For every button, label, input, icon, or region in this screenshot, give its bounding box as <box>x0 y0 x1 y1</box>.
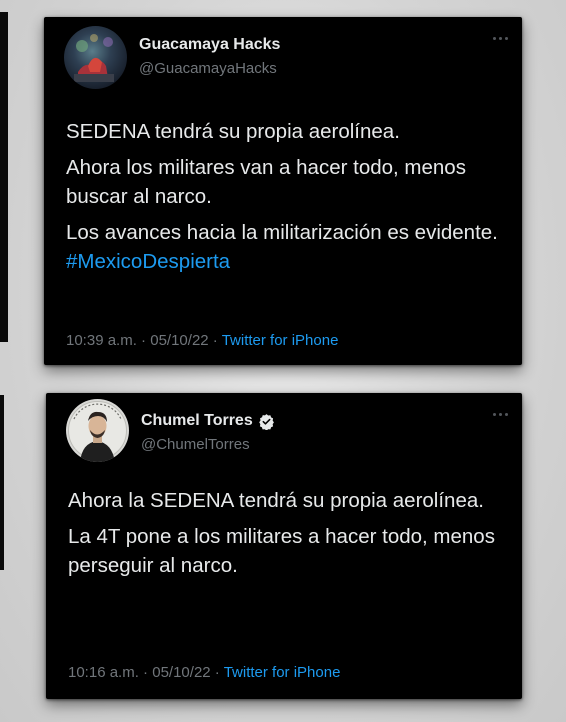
tweet-paragraph: Los avances hacia la militarización es e… <box>66 218 504 276</box>
meta-separator: · <box>138 664 153 681</box>
tweet-source-link[interactable]: Twitter for iPhone <box>224 664 341 681</box>
more-horizontal-icon[interactable] <box>493 37 508 40</box>
tweet-text: Ahora la SEDENA tendrá su propia aerolín… <box>68 486 504 587</box>
partial-card-edge <box>0 395 4 570</box>
tweet-paragraph: SEDENA tendrá su propia aerolínea. <box>66 120 400 143</box>
user-handle[interactable]: @GuacamayaHacks <box>139 60 277 77</box>
meta-separator: · <box>208 332 222 349</box>
meta-separator: · <box>136 332 151 349</box>
tweet-text: SEDENA tendrá su propia aerolínea. Ahora… <box>66 117 504 283</box>
tweet-meta: 10:39 a.m. · 05/10/22 · Twitter for iPho… <box>66 332 338 349</box>
tweet-source-link[interactable]: Twitter for iPhone <box>222 332 339 349</box>
tweet-meta: 10:16 a.m. · 05/10/22 · Twitter for iPho… <box>68 664 340 681</box>
tweet-paragraph: La 4T pone a los militares a hacer todo,… <box>68 525 495 577</box>
tweet-paragraph: Ahora la SEDENA tendrá su propia aerolín… <box>68 489 484 512</box>
more-horizontal-icon[interactable] <box>493 413 508 416</box>
partial-card-edge <box>0 12 8 342</box>
avatar[interactable] <box>66 399 129 462</box>
tweet-time[interactable]: 10:39 a.m. <box>66 332 137 349</box>
display-name[interactable]: Chumel Torres <box>141 412 253 430</box>
display-name[interactable]: Guacamaya Hacks <box>139 36 280 54</box>
display-name-row[interactable]: Guacamaya Hacks <box>139 36 280 54</box>
tweet-card[interactable]: Chumel Torres @ChumelTorres Ahora la SED… <box>46 393 522 699</box>
avatar[interactable] <box>64 26 127 89</box>
tweet-date[interactable]: 05/10/22 <box>150 332 208 349</box>
tweet-date[interactable]: 05/10/22 <box>152 664 210 681</box>
tweet-paragraph: Ahora los militares van a hacer todo, me… <box>66 156 466 208</box>
display-name-row[interactable]: Chumel Torres <box>141 412 275 430</box>
tweet-paragraph-text: Los avances hacia la militarización es e… <box>66 221 498 244</box>
tweet-card[interactable]: Guacamaya Hacks @GuacamayaHacks SEDENA t… <box>44 17 522 365</box>
user-handle[interactable]: @ChumelTorres <box>141 436 250 453</box>
meta-separator: · <box>210 664 224 681</box>
hashtag-link[interactable]: #MexicoDespierta <box>66 250 230 273</box>
tweet-time[interactable]: 10:16 a.m. <box>68 664 139 681</box>
verified-badge-icon <box>258 413 274 430</box>
